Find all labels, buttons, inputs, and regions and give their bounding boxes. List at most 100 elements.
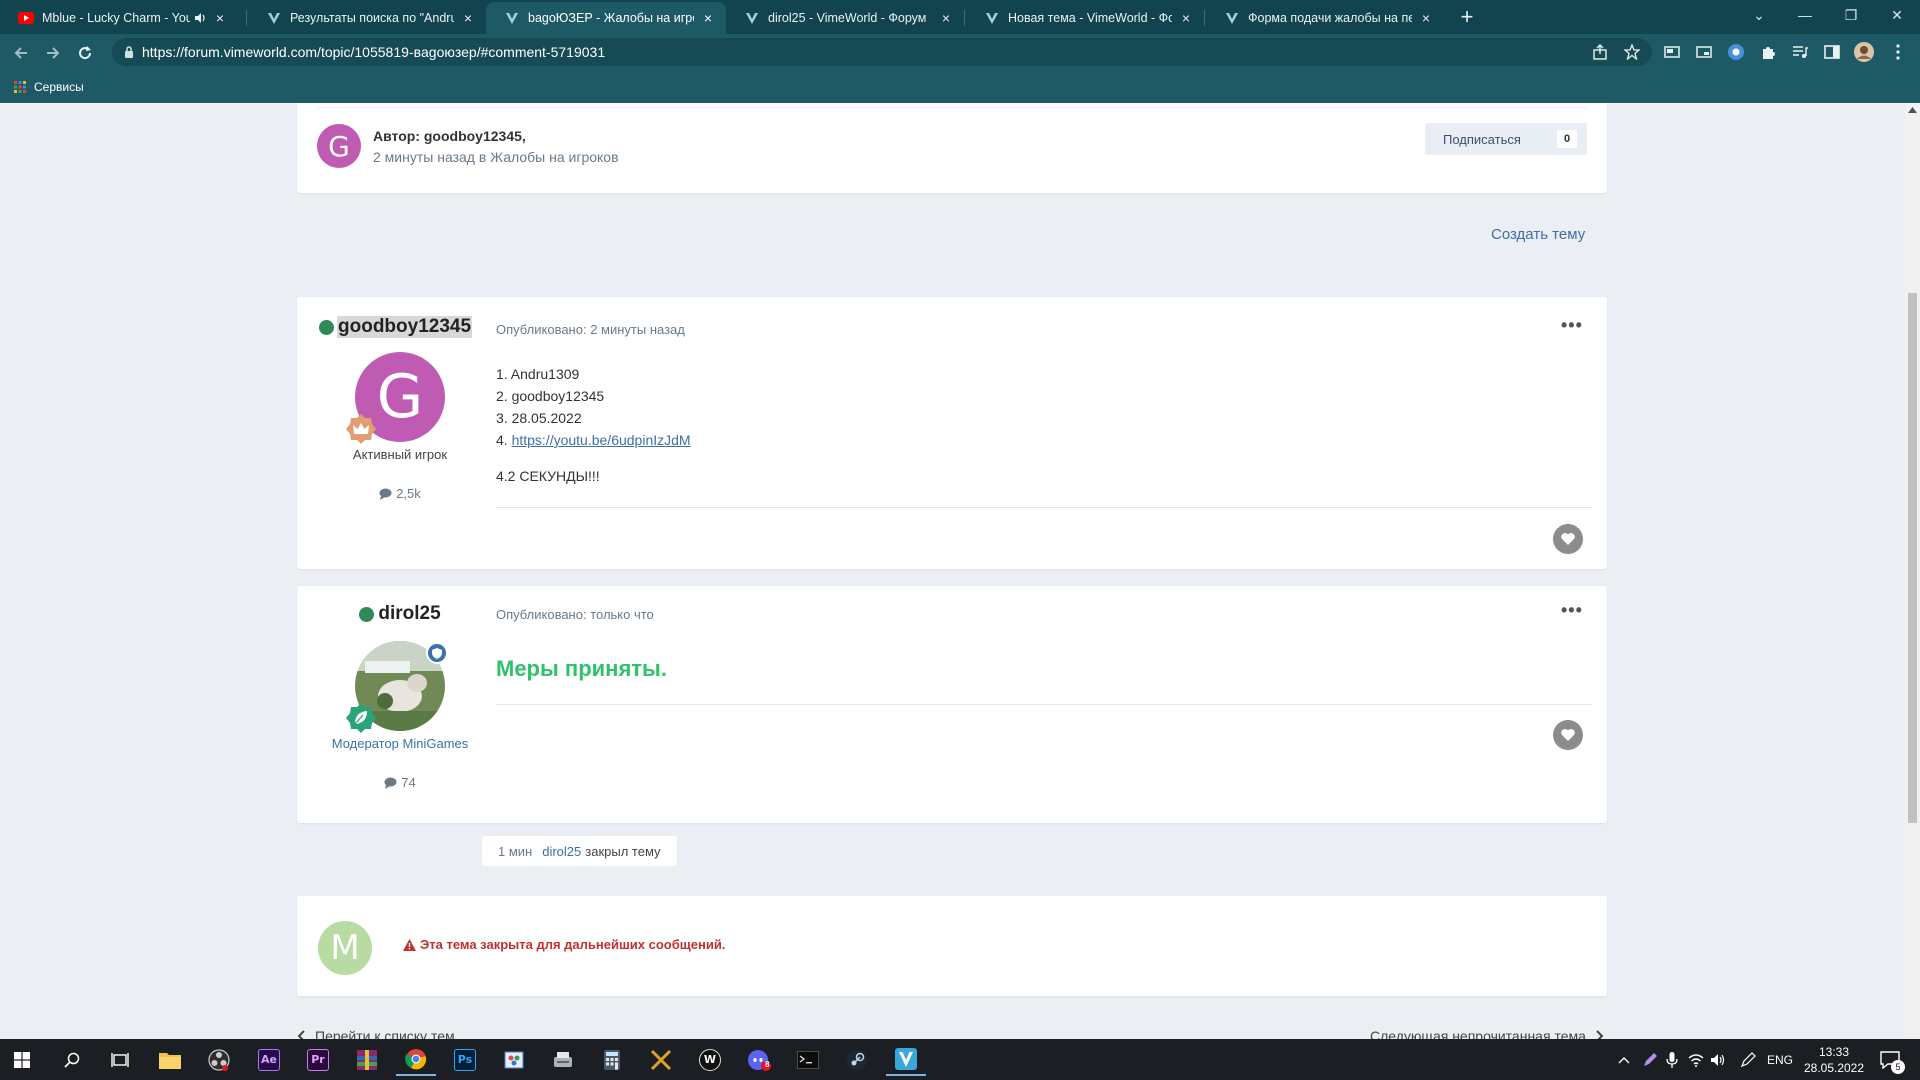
scanner-icon[interactable] [543, 1043, 583, 1076]
forward-button[interactable] [40, 40, 66, 66]
next-unread-link[interactable]: Следующая непрочитанная тема [1370, 1028, 1604, 1039]
bookmark-star-icon[interactable] [1622, 42, 1642, 62]
event-user-link[interactable]: dirol25 [542, 844, 581, 859]
tab-close-button[interactable]: × [460, 10, 476, 26]
media-playlist-icon[interactable] [1790, 42, 1810, 62]
clock[interactable]: 13:33 28.05.2022 [1802, 1039, 1866, 1080]
photoshop-icon[interactable]: Ps [445, 1043, 485, 1076]
vimeworld-icon [504, 10, 520, 26]
post-username[interactable]: dirol25 [378, 603, 440, 625]
picture-in-picture-icon[interactable] [1694, 42, 1714, 62]
pen-workspace-icon[interactable] [1738, 1039, 1758, 1080]
tab-divider [964, 10, 965, 26]
post-more-options-icon[interactable]: ••• [1561, 315, 1583, 336]
post-line: 2. goodboy12345 [496, 388, 605, 404]
topic-author[interactable]: Автор: goodboy12345, [373, 128, 526, 144]
leaf-rank-icon [345, 702, 377, 734]
topic-closed-event: 1 мин dirol25 закрыл тему [482, 836, 677, 866]
url-text[interactable]: https://forum.vimeworld.com/topic/105581… [142, 44, 605, 60]
tray-overflow-chevron-icon[interactable] [1614, 1039, 1634, 1080]
tab-search-chevron-icon[interactable]: ⌄ [1736, 0, 1782, 30]
address-bar[interactable]: https://forum.vimeworld.com/topic/105581… [112, 38, 1652, 66]
terminal-icon[interactable] [788, 1043, 828, 1076]
notifications-icon[interactable]: 5 [1872, 1039, 1908, 1080]
wifi-icon[interactable] [1686, 1039, 1706, 1080]
post-published-time[interactable]: Опубликовано: 2 минуты назад [496, 322, 685, 337]
event-action: закрыл тему [585, 843, 661, 859]
post-more-options-icon[interactable]: ••• [1561, 600, 1583, 621]
calculator-icon[interactable] [592, 1043, 632, 1076]
extension-circle-icon[interactable] [1726, 42, 1746, 62]
subscribe-button[interactable]: Подписаться 0 [1425, 123, 1587, 155]
tab-close-button[interactable]: × [1418, 10, 1434, 26]
game-launcher-icon[interactable]: W [690, 1043, 730, 1076]
windows-start-icon[interactable] [2, 1043, 42, 1076]
vimeworld-icon [984, 10, 1000, 26]
game-icon[interactable] [641, 1043, 681, 1076]
page-scrollbar[interactable] [1905, 103, 1920, 1039]
post-count-value: 2,5k [396, 486, 421, 501]
post-count: 74 [297, 775, 503, 790]
minimize-button[interactable]: — [1782, 0, 1828, 30]
browser-toolbar: https://forum.vimeworld.com/topic/105581… [0, 34, 1920, 70]
steam-icon[interactable] [837, 1043, 877, 1076]
create-topic-link[interactable]: Создать тему [1491, 226, 1585, 243]
tab-search-results[interactable]: Результаты поиска по "Andru1309" × [248, 2, 486, 34]
profile-avatar[interactable] [1854, 42, 1874, 62]
new-tab-button[interactable]: + [1454, 4, 1480, 30]
author-avatar[interactable]: G [317, 124, 361, 168]
paint-icon[interactable] [494, 1043, 534, 1076]
tab-youtube[interactable]: Mblue - Lucky Charm - YouTube × [0, 2, 238, 34]
comment-icon [379, 488, 392, 500]
file-explorer-icon[interactable] [150, 1043, 190, 1076]
tab-dirol25-profile[interactable]: dirol25 - VimeWorld - Форум × [726, 2, 964, 34]
tab-close-button[interactable]: × [212, 10, 228, 26]
speaker-icon[interactable] [194, 12, 206, 24]
close-window-button[interactable]: ✕ [1874, 0, 1920, 30]
like-heart-icon[interactable] [1553, 720, 1583, 750]
discord-icon[interactable]: 8 [739, 1043, 779, 1076]
back-to-topics-link[interactable]: Перейти к списку тем [297, 1028, 455, 1039]
after-effects-icon[interactable]: Ae [249, 1043, 289, 1076]
current-user-avatar[interactable]: M [318, 921, 372, 975]
tab-close-button[interactable]: × [1178, 10, 1194, 26]
tab-new-topic[interactable]: Новая тема - VimeWorld - Форум × [966, 2, 1204, 34]
vimeworld-icon[interactable] [886, 1043, 926, 1076]
premiere-icon[interactable]: Pr [298, 1043, 338, 1076]
crown-rank-icon [345, 413, 377, 445]
browser-chrome: Mblue - Lucky Charm - YouTube × Результа… [0, 0, 1920, 103]
post-username[interactable]: goodboy12345 [337, 316, 473, 338]
language-indicator[interactable]: ENG [1762, 1039, 1798, 1080]
bookmark-services[interactable]: Сервисы [34, 80, 84, 94]
scroll-up-arrow-icon[interactable] [1908, 107, 1917, 113]
search-icon[interactable] [52, 1043, 92, 1076]
tab-staff-complaint-form[interactable]: Форма подачи жалобы на персонал × [1206, 2, 1444, 34]
media-router-icon[interactable] [1662, 42, 1682, 62]
winrar-icon[interactable] [347, 1043, 387, 1076]
obs-icon[interactable] [199, 1043, 239, 1076]
task-view-icon[interactable] [100, 1043, 140, 1076]
share-icon[interactable] [1590, 42, 1610, 62]
back-button[interactable] [8, 40, 34, 66]
tab-close-button[interactable]: × [938, 10, 954, 26]
post-published-time[interactable]: Опубликовано: только что [496, 607, 654, 622]
user-rank: Активный игрок [352, 447, 448, 462]
tab-divider [246, 10, 247, 26]
clock-date: 28.05.2022 [1803, 1060, 1865, 1075]
like-heart-icon[interactable] [1553, 524, 1583, 554]
restore-button[interactable]: ❐ [1828, 0, 1874, 30]
volume-icon[interactable] [1708, 1039, 1728, 1080]
pen-icon[interactable] [1640, 1039, 1660, 1080]
microphone-icon[interactable] [1662, 1039, 1682, 1080]
apps-grid-icon[interactable] [14, 80, 26, 93]
lock-icon[interactable] [124, 46, 134, 58]
tab-complaints-active[interactable]: bagоЮЗЕР - Жалобы на игроков × [486, 2, 726, 34]
extensions-puzzle-icon[interactable] [1758, 42, 1778, 62]
chrome-icon[interactable] [396, 1043, 436, 1076]
scrollbar-thumb[interactable] [1908, 293, 1917, 823]
browser-menu-icon[interactable] [1888, 42, 1908, 62]
side-panel-icon[interactable] [1822, 42, 1842, 62]
tab-close-button[interactable]: × [700, 10, 716, 26]
youtube-link[interactable]: https://youtu.be/6udpinIzJdM [512, 432, 691, 448]
reload-button[interactable] [72, 40, 98, 66]
